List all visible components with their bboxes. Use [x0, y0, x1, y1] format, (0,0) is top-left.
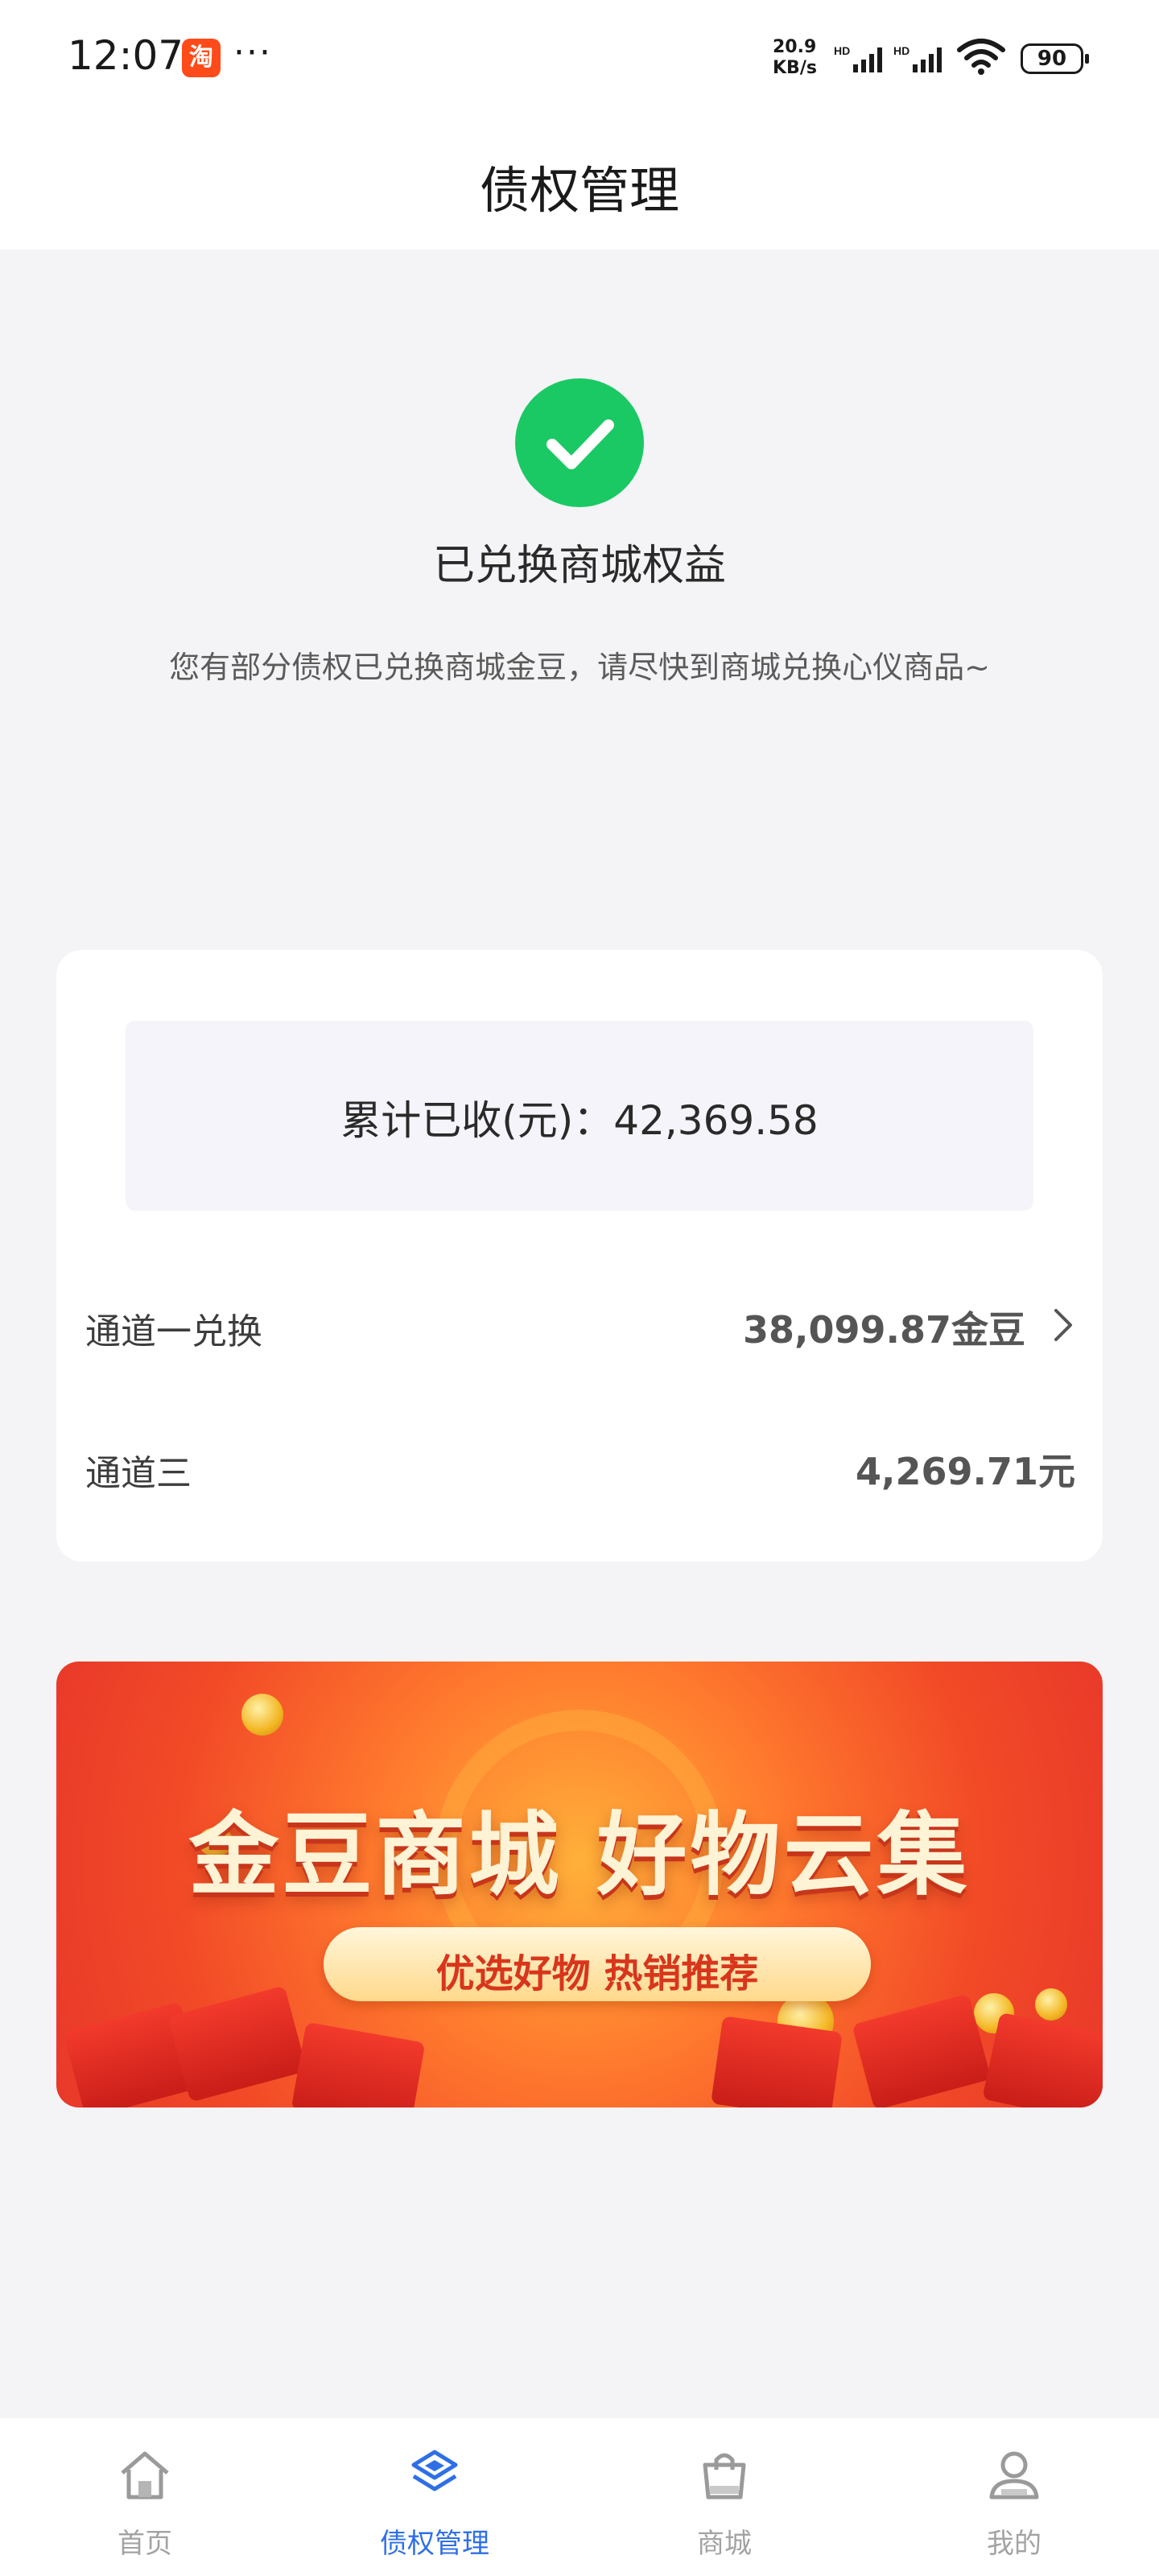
banner-title: 金豆商城 好物云集 [188, 1803, 971, 1908]
nav-mall[interactable]: 商城 [644, 2418, 805, 2576]
summary-card: 累计已收(元)：42,369.58 通道一兑换 38,099.87金豆 通道三 … [56, 950, 1103, 1562]
nav-label: 首页 [118, 2528, 172, 2560]
red-envelope-icon [852, 1993, 992, 2107]
nav-label: 商城 [697, 2528, 752, 2560]
chevron-right-icon [1054, 1309, 1072, 1341]
row-label: 通道三 [85, 1453, 192, 1494]
user-icon [989, 2451, 1039, 2500]
golden-bean-mall-banner[interactable]: 金豆商城 好物云集 优选好物 热销推荐 [56, 1662, 1103, 2107]
page-header: 债权管理 [0, 121, 1159, 250]
success-description: 您有部分债权已兑换商城金豆，请尽快到商城兑换心仪商品~ [169, 650, 990, 685]
banner-subtitle: 优选好物 热销推荐 [435, 1951, 759, 1996]
status-bar: 12:07 淘 ··· 20.9 KB/s HD HD 90 [0, 0, 1159, 121]
channel-one-row[interactable]: 通道一兑换 38,099.87金豆 [85, 1283, 1075, 1364]
nav-debt-management[interactable]: 债权管理 [354, 2418, 515, 2576]
row-value: 4,269.71元 [856, 1450, 1075, 1493]
red-envelope-icon [167, 1985, 307, 2103]
status-time: 12:07 [68, 32, 184, 79]
layers-icon [411, 2450, 458, 2491]
battery-indicator: 90 [1021, 43, 1089, 74]
red-envelope-icon [711, 2016, 843, 2107]
signal-icon: HD [893, 45, 942, 72]
red-envelope-icon [291, 2021, 426, 2107]
row-label: 通道一兑换 [85, 1311, 262, 1352]
network-speed-value: 20.9 [773, 37, 817, 57]
row-value: 38,099.87金豆 [743, 1308, 1025, 1352]
banner-subtitle-pill: 优选好物 热销推荐 [324, 1927, 871, 2001]
success-check-icon [515, 378, 644, 507]
total-received-text: 累计已收(元)：42,369.58 [340, 1097, 819, 1144]
svg-text:HD: HD [893, 45, 909, 57]
page-title: 债权管理 [479, 161, 679, 220]
nav-home[interactable]: 首页 [64, 2418, 225, 2576]
coin-icon [1035, 1988, 1067, 2021]
nav-label: 债权管理 [380, 2528, 489, 2560]
nav-profile[interactable]: 我的 [934, 2418, 1095, 2576]
channel-three-row: 通道三 4,269.71元 [85, 1425, 1075, 1505]
network-speed-unit: KB/s [773, 58, 817, 78]
network-speed: 20.9 KB/s [773, 37, 817, 79]
shopping-bag-icon [703, 2453, 746, 2500]
bottom-nav: 首页 债权管理 商城 我的 [0, 2418, 1159, 2576]
home-icon [121, 2451, 169, 2500]
taobao-app-icon: 淘 [182, 39, 221, 77]
more-notifications-icon: ··· [233, 32, 272, 73]
nav-label: 我的 [987, 2528, 1041, 2560]
success-title: 已兑换商城权益 [432, 542, 726, 590]
svg-text:HD: HD [834, 45, 850, 57]
red-envelope-icon [982, 2012, 1103, 2107]
wifi-icon [957, 39, 1005, 75]
signal-icon: HD [834, 45, 882, 72]
total-received-box: 累计已收(元)：42,369.58 [126, 1021, 1033, 1211]
coin-icon [241, 1694, 283, 1736]
